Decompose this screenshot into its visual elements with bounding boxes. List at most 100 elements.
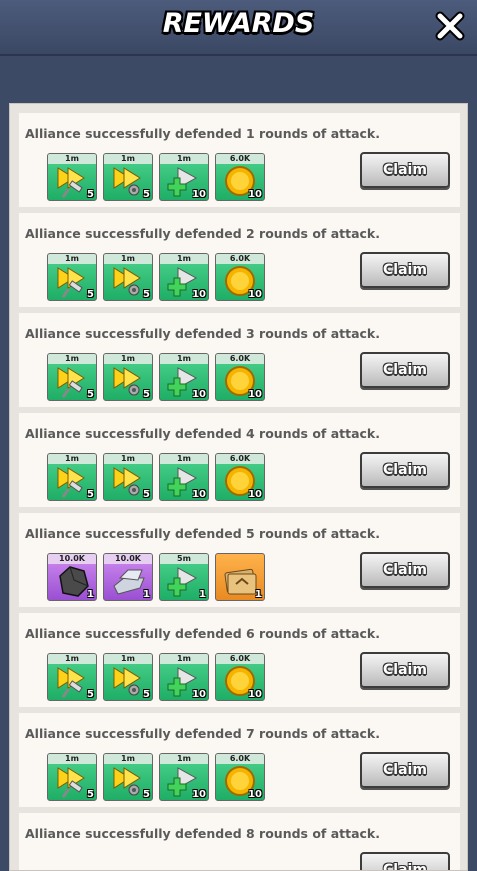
reward-item[interactable]: 10.0K 1	[47, 553, 97, 601]
reward-item[interactable]: 1m 5	[103, 453, 153, 501]
reward-item[interactable]: 1m 5	[103, 253, 153, 301]
reward-item[interactable]: 1m 5	[47, 653, 97, 701]
reward-item[interactable]: 1m 5	[47, 253, 97, 301]
item-duration-tag: 6.0K	[216, 254, 264, 264]
reward-row: Alliance successfully defended 6 rounds …	[19, 613, 460, 707]
item-duration-tag: 6.0K	[216, 154, 264, 164]
item-quantity: 5	[143, 689, 150, 700]
header-bar: REWARDS	[0, 0, 477, 56]
item-duration-tag: 1m	[160, 454, 208, 464]
item-quantity: 5	[87, 689, 94, 700]
reward-row: Alliance successfully defended 7 rounds …	[19, 713, 460, 807]
item-duration-tag: 1m	[48, 154, 96, 164]
reward-condition-text: Alliance successfully defended 1 rounds …	[25, 126, 380, 141]
item-quantity: 1	[87, 589, 94, 600]
item-duration-tag: 1m	[104, 254, 152, 264]
claim-button[interactable]: Claim	[360, 152, 450, 188]
claim-button[interactable]: Claim	[360, 352, 450, 388]
item-quantity: 5	[143, 489, 150, 500]
item-duration-tag: 6.0K	[216, 754, 264, 764]
claim-button[interactable]: Claim	[360, 752, 450, 788]
item-quantity: 5	[143, 289, 150, 300]
reward-item[interactable]: 1m 10	[159, 253, 209, 301]
item-duration-tag: 1m	[104, 454, 152, 464]
reward-item[interactable]: 6.0K 10	[215, 753, 265, 801]
item-quantity: 10	[192, 189, 206, 200]
claim-button[interactable]: Claim	[360, 452, 450, 488]
reward-condition-text: Alliance successfully defended 2 rounds …	[25, 226, 380, 241]
reward-condition-text: Alliance successfully defended 6 rounds …	[25, 626, 380, 641]
item-quantity: 5	[87, 289, 94, 300]
item-duration-tag: 1m	[48, 754, 96, 764]
reward-condition-text: Alliance successfully defended 4 rounds …	[25, 426, 380, 441]
item-quantity: 10	[192, 789, 206, 800]
claim-button[interactable]: Claim	[360, 252, 450, 288]
item-duration-tag: 6.0K	[216, 654, 264, 664]
item-duration-tag: 6.0K	[216, 454, 264, 464]
item-quantity: 5	[87, 489, 94, 500]
reward-condition-text: Alliance successfully defended 5 rounds …	[25, 526, 380, 541]
reward-row: Alliance successfully defended 2 rounds …	[19, 213, 460, 307]
item-duration-tag: 1m	[48, 654, 96, 664]
item-quantity: 10	[248, 689, 262, 700]
reward-condition-text: Alliance successfully defended 3 rounds …	[25, 326, 380, 341]
reward-item[interactable]: 6.0K 10	[215, 353, 265, 401]
item-duration-tag: 10.0K	[48, 554, 96, 564]
reward-item[interactable]: 1	[215, 553, 265, 601]
item-duration-tag: 1m	[48, 354, 96, 364]
reward-item[interactable]: 1m 5	[47, 353, 97, 401]
item-quantity: 5	[87, 389, 94, 400]
item-duration-tag: 10.0K	[104, 554, 152, 564]
item-quantity: 1	[199, 589, 206, 600]
item-quantity: 10	[248, 389, 262, 400]
claim-button[interactable]: Claim	[360, 652, 450, 688]
item-duration-tag: 1m	[160, 254, 208, 264]
reward-item[interactable]: 6.0K 10	[215, 453, 265, 501]
page-title: REWARDS	[162, 8, 315, 39]
item-duration-tag: 1m	[160, 754, 208, 764]
item-quantity: 5	[87, 789, 94, 800]
item-duration-tag: 5m	[160, 554, 208, 564]
reward-item[interactable]: 1m 5	[103, 653, 153, 701]
claim-button[interactable]: Claim	[360, 552, 450, 588]
reward-condition-text: Alliance successfully defended 8 rounds …	[25, 826, 380, 841]
reward-item[interactable]: 6.0K 10	[215, 253, 265, 301]
item-quantity: 10	[192, 689, 206, 700]
item-duration-tag: 1m	[104, 654, 152, 664]
reward-item[interactable]: 10.0K 1	[103, 553, 153, 601]
reward-item[interactable]: 1m 10	[159, 353, 209, 401]
reward-item[interactable]: 1m 5	[103, 353, 153, 401]
reward-item[interactable]: 1m 5	[103, 153, 153, 201]
reward-item[interactable]: 1m 5	[103, 753, 153, 801]
claim-button[interactable]: Claim	[360, 852, 450, 870]
item-quantity: 10	[248, 489, 262, 500]
reward-item[interactable]: 1m 10	[159, 653, 209, 701]
reward-row: Alliance successfully defended 1 rounds …	[19, 113, 460, 207]
reward-item[interactable]: 1m 5	[47, 753, 97, 801]
item-quantity: 10	[192, 289, 206, 300]
item-quantity: 10	[192, 489, 206, 500]
item-duration-tag: 1m	[104, 154, 152, 164]
item-duration-tag: 1m	[48, 454, 96, 464]
item-quantity: 5	[87, 189, 94, 200]
rewards-list[interactable]: Alliance successfully defended 1 rounds …	[9, 103, 468, 871]
item-duration-tag: 1m	[160, 154, 208, 164]
reward-row: Alliance successfully defended 5 rounds …	[19, 513, 460, 607]
reward-item[interactable]: 5m 1	[159, 553, 209, 601]
reward-row: Alliance successfully defended 4 rounds …	[19, 413, 460, 507]
item-duration-tag: 6.0K	[216, 354, 264, 364]
item-duration-tag: 1m	[104, 354, 152, 364]
reward-item[interactable]: 6.0K 10	[215, 653, 265, 701]
item-quantity: 10	[248, 189, 262, 200]
reward-item[interactable]: 6.0K 10	[215, 153, 265, 201]
reward-item[interactable]: 1m 10	[159, 153, 209, 201]
reward-item[interactable]: 1m 5	[47, 453, 97, 501]
reward-item[interactable]: 1m 10	[159, 753, 209, 801]
item-quantity: 1	[143, 589, 150, 600]
item-duration-tag: 1m	[160, 354, 208, 364]
item-quantity: 1	[255, 589, 262, 600]
reward-row: Alliance successfully defended 8 rounds …	[19, 813, 460, 870]
reward-item[interactable]: 1m 5	[47, 153, 97, 201]
reward-item[interactable]: 1m 10	[159, 453, 209, 501]
close-icon[interactable]	[433, 9, 467, 43]
